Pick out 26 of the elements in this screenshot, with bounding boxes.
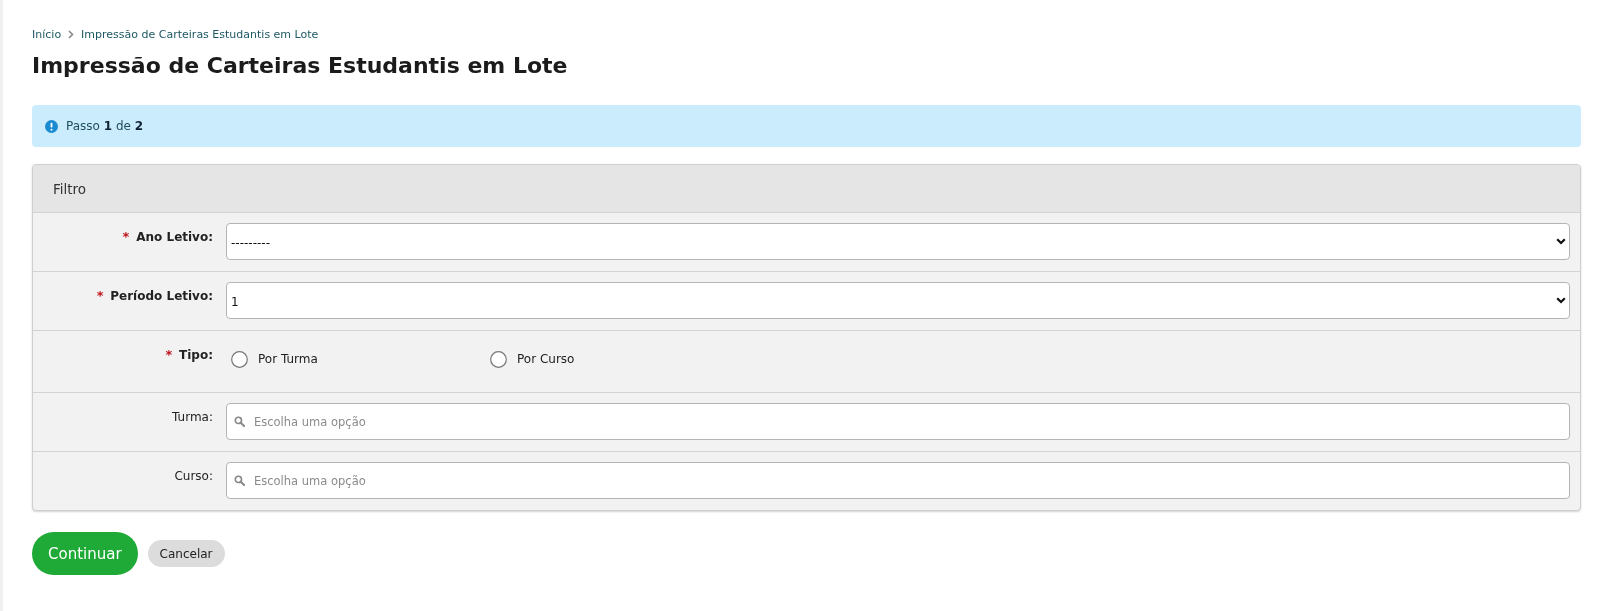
required-marker: * [165, 347, 173, 362]
panel-title: Filtro [53, 180, 87, 197]
radio-option[interactable]: Por Curso [490, 351, 744, 368]
field-label: Ano Letivo: [136, 230, 213, 244]
search-icon [234, 416, 245, 427]
radio-option[interactable]: Por Turma [231, 351, 485, 368]
search-icon [234, 475, 245, 486]
info-icon [45, 119, 58, 133]
select-field[interactable]: --------- [226, 223, 1570, 260]
step-text: Passo 1 de 2 [66, 119, 144, 133]
field-label: Tipo: [179, 348, 213, 362]
chevron-down-icon [1556, 297, 1566, 304]
chevron-down-icon [1556, 238, 1566, 245]
breadcrumb-link[interactable]: Impressão de Carteiras Estudantis em Lote [81, 27, 319, 41]
search-field[interactable]: Escolha uma opção [226, 462, 1570, 499]
cancel-button[interactable]: Cancelar [147, 540, 225, 567]
required-marker: * [122, 229, 130, 244]
search-field[interactable]: Escolha uma opção [226, 403, 1570, 440]
page-title: Impressão de Carteiras Estudantis em Lote [32, 52, 569, 80]
select-field[interactable]: 1 [226, 282, 1570, 319]
field-label: Turma: [172, 410, 213, 424]
field-label: Período Letivo: [110, 289, 213, 303]
chevron-icon [68, 29, 75, 39]
field-label: Curso: [174, 469, 213, 483]
required-marker: * [96, 288, 104, 303]
breadcrumb-link[interactable]: Início [32, 27, 62, 41]
